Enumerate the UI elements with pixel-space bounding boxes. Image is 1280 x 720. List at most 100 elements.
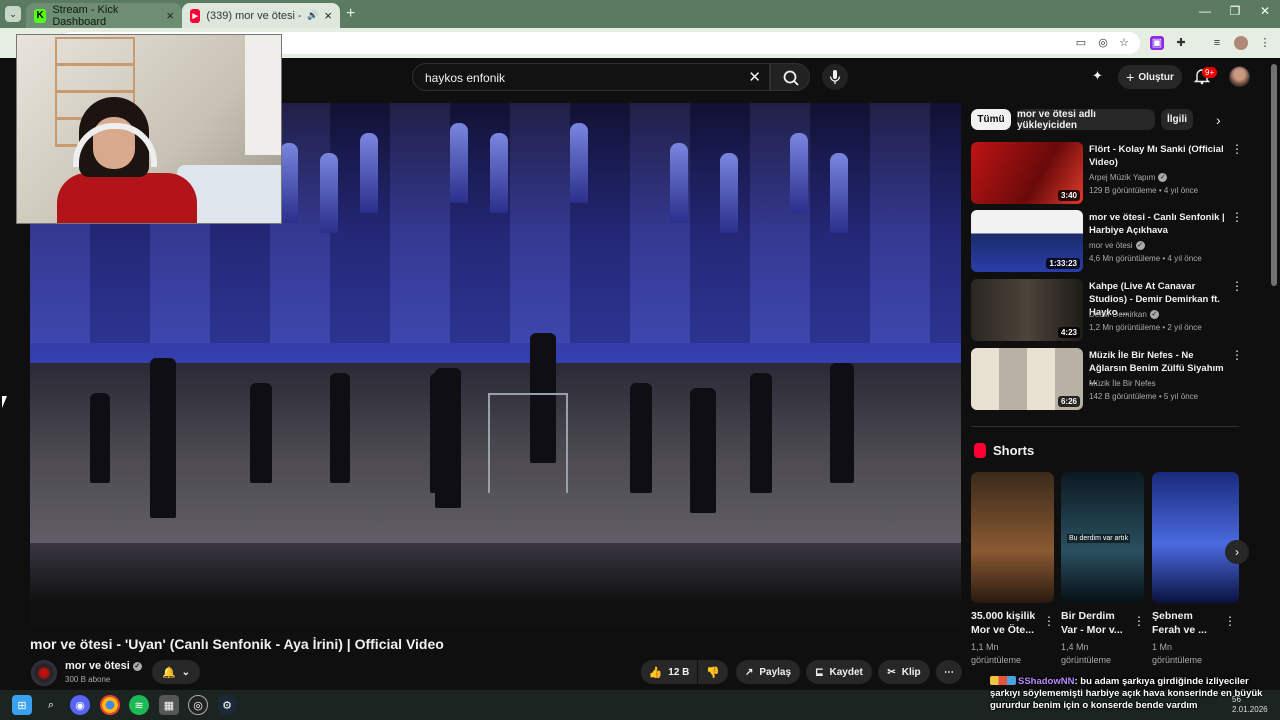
chrome-icon[interactable] <box>100 695 120 715</box>
browser-tab-strip: ⌄ K Stream - Kick Dashboard × ▶ (339) mo… <box>0 0 1280 28</box>
clip-label: Klip <box>901 666 921 678</box>
share-label: Paylaş <box>759 666 792 678</box>
chip-all[interactable]: Tümü <box>971 109 1011 130</box>
video-thumbnail[interactable]: 1:33:23 <box>971 210 1083 272</box>
more-vertical-icon[interactable]: ⋮ <box>1231 142 1243 156</box>
search-icon <box>783 70 799 86</box>
short-title[interactable]: Bir Derdim Var - Mor v... <box>1061 609 1131 637</box>
video-thumbnail[interactable]: 3:40 <box>971 142 1083 204</box>
close-window-button[interactable]: ✕ <box>1250 4 1280 18</box>
more-horizontal-icon: ⋯ <box>944 666 954 678</box>
streamer-body <box>57 173 197 223</box>
recommendation-channel[interactable]: Demir Demirkan ✓ <box>1089 310 1159 319</box>
recommendation-title[interactable]: mor ve ötesi - Canlı Senfonik | Harbiye … <box>1089 211 1227 237</box>
recommendation-title[interactable]: Flört - Kolay Mı Sanki (Official Video) <box>1089 143 1227 169</box>
verified-icon: ✓ <box>1158 173 1168 182</box>
more-vertical-icon[interactable]: ⋮ <box>1231 210 1243 224</box>
tab-kick-dashboard[interactable]: K Stream - Kick Dashboard × <box>26 3 182 28</box>
musician <box>830 363 854 483</box>
tab-youtube-video[interactable]: ▶ (339) mor ve ötesi - 'Uyan' 🔊 × <box>182 3 340 28</box>
recommendation-channel[interactable]: mor ve ötesi ✓ <box>1089 241 1145 250</box>
spotify-icon[interactable]: ≋ <box>129 695 149 715</box>
guitarist <box>150 358 176 518</box>
shorts-next-button[interactable]: › <box>1225 540 1249 564</box>
more-vertical-icon[interactable]: ⋮ <box>1231 279 1243 293</box>
short-title[interactable]: 35.000 kişilik Mor ve Öte... <box>971 609 1041 637</box>
verified-icon: ✓ <box>1135 241 1145 250</box>
subscriber-count: 300 B abone <box>65 675 111 684</box>
video-thumbnail[interactable]: 6:26 <box>971 348 1083 410</box>
profile-icon[interactable] <box>1234 36 1248 50</box>
share-button[interactable]: ↗ Paylaş <box>736 660 800 684</box>
like-button[interactable]: 👍 12 B <box>641 660 697 684</box>
avatar[interactable] <box>1229 66 1250 87</box>
tab-list-icon[interactable]: ≡ <box>1210 36 1224 50</box>
recommendation-item[interactable]: 6:26 Müzik İle Bir Nefes - Ne Ağlarsın B… <box>971 348 1243 410</box>
tab-title: (339) mor ve ötesi - 'Uyan' <box>206 9 301 22</box>
close-tab-icon[interactable]: × <box>324 8 332 23</box>
curtain <box>245 35 281 155</box>
voice-search-button[interactable] <box>822 64 848 90</box>
channel-label: Müzik İle Bir Nefes <box>1089 379 1156 388</box>
chip-related[interactable]: İlgili <box>1161 109 1193 130</box>
kick-icon: K <box>34 8 47 23</box>
short-title[interactable]: Şebnem Ferah ve ... <box>1152 609 1222 637</box>
more-vertical-icon[interactable]: ⋮ <box>1133 614 1145 628</box>
upload-magic-icon[interactable]: ✦ <box>1092 68 1108 84</box>
subscription-bell-button[interactable]: 🔔 ⌄ <box>152 660 200 684</box>
maximize-button[interactable]: ❐ <box>1220 4 1250 18</box>
clip-button[interactable]: ✂ Klip <box>878 660 930 684</box>
obs-icon[interactable]: ◎ <box>188 695 208 715</box>
recommendation-item[interactable]: 4:23 Kahpe (Live At Canavar Studios) - D… <box>971 279 1243 341</box>
clear-search-icon[interactable]: ✕ <box>748 68 761 86</box>
extension-icon[interactable]: ▣ <box>1150 36 1164 50</box>
channel-avatar[interactable] <box>31 660 57 686</box>
short-views-label: görüntüleme <box>1152 655 1203 665</box>
duration-badge: 4:23 <box>1057 327 1080 338</box>
dislike-button[interactable]: 👎 <box>698 660 728 684</box>
musician <box>250 383 272 483</box>
audio-playing-icon[interactable]: 🔊 <box>307 10 318 21</box>
bookmark-star-icon[interactable]: ☆ <box>1117 36 1131 50</box>
app-icon[interactable]: ▦ <box>159 695 179 715</box>
close-tab-icon[interactable]: × <box>166 8 174 23</box>
create-button[interactable]: + Oluştur <box>1118 65 1182 89</box>
chevron-right-icon[interactable]: › <box>1216 112 1221 128</box>
save-button[interactable]: ⊑ Kaydet <box>806 660 872 684</box>
steam-icon[interactable]: ⚙ <box>217 695 237 715</box>
menu-icon[interactable]: ⋮ <box>1258 36 1272 50</box>
more-vertical-icon[interactable]: ⋮ <box>1231 348 1243 362</box>
search-icon[interactable]: ⌕ <box>41 695 61 715</box>
discord-icon[interactable]: ◉ <box>70 695 90 715</box>
share-icon: ↗ <box>744 666 754 678</box>
recommendation-item[interactable]: 1:33:23 mor ve ötesi - Canlı Senfonik | … <box>971 210 1243 272</box>
cast-icon[interactable]: ▭ <box>1074 36 1088 50</box>
minimize-button[interactable]: — <box>1190 4 1220 18</box>
recommendation-channel[interactable]: Müzik İle Bir Nefes <box>1089 379 1156 388</box>
recommendation-channel[interactable]: Arpej Müzik Yapım ✓ <box>1089 173 1168 182</box>
channel-name[interactable]: mor ve ötesi ✓ <box>65 660 142 672</box>
singer <box>435 368 461 508</box>
tab-search-button[interactable]: ⌄ <box>5 6 21 22</box>
short-thumbnail[interactable] <box>1152 472 1239 603</box>
puzzle-icon[interactable]: ✚ <box>1174 36 1188 50</box>
youtube-icon: ▶ <box>190 8 201 23</box>
choir-singer <box>720 153 738 233</box>
recommendation-item[interactable]: 3:40 Flört - Kolay Mı Sanki (Official Vi… <box>971 142 1243 204</box>
more-vertical-icon[interactable]: ⋮ <box>1043 614 1055 628</box>
short-thumbnail[interactable]: Bu derdim var artık <box>1061 472 1144 603</box>
choir-singer <box>570 123 588 203</box>
video-thumbnail[interactable]: 4:23 <box>971 279 1083 341</box>
eye-off-icon[interactable]: ◎ <box>1096 36 1110 50</box>
short-thumbnail[interactable] <box>971 472 1054 603</box>
windows-start-icon[interactable]: ⊞ <box>12 695 32 715</box>
more-actions-button[interactable]: ⋯ <box>936 660 962 684</box>
more-vertical-icon[interactable]: ⋮ <box>1224 614 1236 628</box>
choir-singer <box>830 153 848 233</box>
scrollbar[interactable] <box>1271 64 1277 286</box>
chip-from-uploader[interactable]: mor ve ötesi adlı yükleyiciden <box>1017 109 1155 131</box>
new-tab-button[interactable]: + <box>346 5 355 23</box>
search-button[interactable] <box>770 63 810 91</box>
channel-name-text: mor ve ötesi <box>65 660 130 672</box>
search-input[interactable]: haykos enfonik ✕ <box>412 63 770 91</box>
